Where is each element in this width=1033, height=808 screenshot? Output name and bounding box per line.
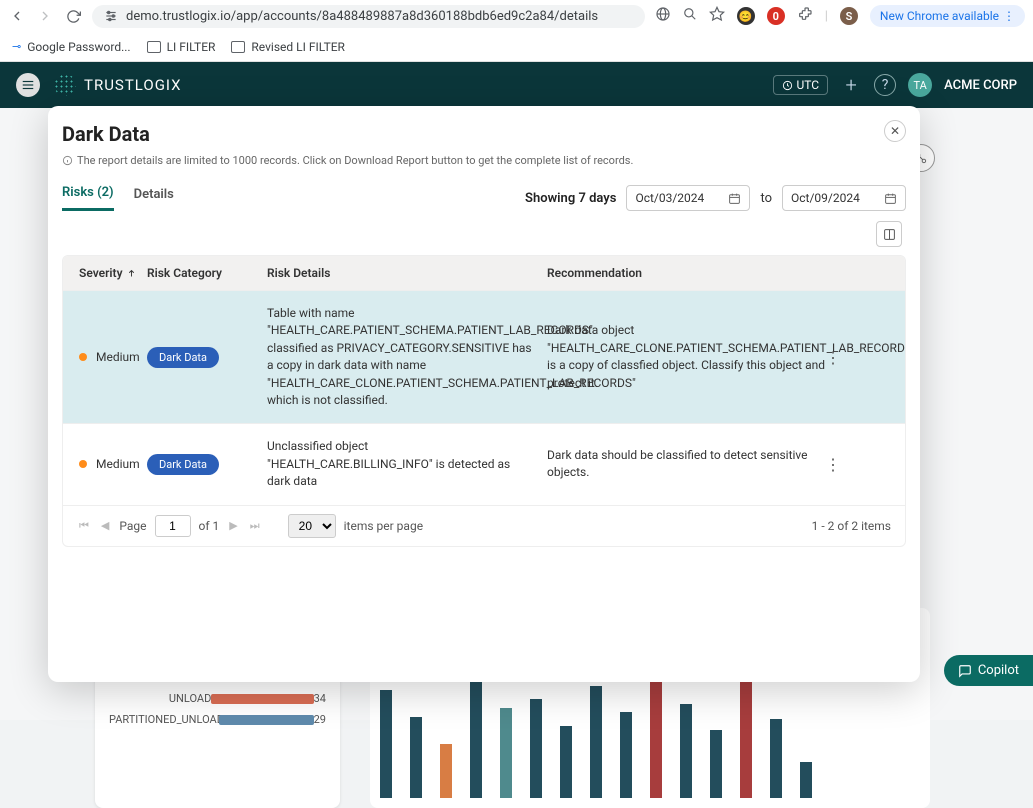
- paginator: ⏮ ◀ Page of 1 ▶ ⏭ 20 items per page 1 - …: [63, 505, 905, 546]
- showing-label: Showing 7 days: [525, 191, 616, 206]
- date-to-input[interactable]: Oct/09/2024: [782, 185, 906, 211]
- page-next-button[interactable]: ▶: [227, 517, 239, 534]
- tab-row: Risks (2) Details Showing 7 days Oct/03/…: [62, 185, 906, 211]
- browser-toolbar: demo.trustlogix.io/app/accounts/8a488489…: [0, 0, 1033, 32]
- zoom-icon[interactable]: [683, 7, 697, 25]
- columns-icon: [883, 228, 896, 241]
- page-last-button[interactable]: ⏭: [248, 517, 262, 535]
- add-button[interactable]: +: [840, 74, 862, 96]
- col-category[interactable]: Risk Category: [147, 266, 267, 280]
- profile-avatar[interactable]: S: [840, 7, 858, 25]
- risk-details-cell: Unclassified object "HEALTH_CARE.BILLING…: [267, 438, 547, 490]
- table-header: Severity Risk Category Risk Details Reco…: [63, 256, 905, 290]
- calendar-icon: [884, 192, 897, 205]
- page-first-button[interactable]: ⏮: [77, 517, 91, 535]
- copilot-button[interactable]: Copilot: [944, 655, 1033, 686]
- logo-mark-icon: [54, 74, 76, 96]
- clock-icon: [782, 80, 793, 91]
- app-header: TRUSTLOGIX UTC + ? TA ACME CORP: [0, 62, 1033, 108]
- extensions-icon[interactable]: [797, 6, 813, 26]
- table-row[interactable]: Medium Dark Data Table with name "HEALTH…: [63, 290, 905, 423]
- user-avatar[interactable]: TA: [908, 73, 932, 97]
- kebab-icon: ⋮: [1003, 9, 1015, 23]
- brand-logo[interactable]: TRUSTLOGIX: [54, 74, 182, 96]
- address-bar[interactable]: demo.trustlogix.io/app/accounts/8a488489…: [92, 5, 645, 28]
- menu-button[interactable]: [16, 73, 40, 97]
- modal-title: Dark Data: [62, 122, 906, 146]
- bookmark-revised-li-filter[interactable]: Revised LI FILTER: [231, 40, 345, 54]
- columns-button[interactable]: [876, 221, 902, 247]
- recommendation-cell: Dark data should be classified to detect…: [547, 447, 825, 482]
- timezone-badge[interactable]: UTC: [773, 75, 829, 95]
- col-details[interactable]: Risk Details: [267, 266, 547, 280]
- risk-details-cell: Table with name "HEALTH_CARE.PATIENT_SCH…: [267, 305, 547, 409]
- org-name: ACME CORP: [944, 78, 1017, 93]
- sort-asc-icon: [127, 268, 136, 279]
- recommendation-cell: Dark data object "HEALTH_CARE_CLONE.PATI…: [547, 322, 825, 392]
- category-pill: Dark Data: [147, 454, 219, 475]
- forward-button[interactable]: [36, 7, 54, 25]
- close-button[interactable]: ✕: [884, 120, 906, 142]
- translate-icon[interactable]: [655, 6, 671, 26]
- key-icon: ⊸: [12, 40, 21, 53]
- calendar-icon: [728, 192, 741, 205]
- date-from-input[interactable]: Oct/03/2024: [626, 185, 750, 211]
- folder-icon: [147, 41, 161, 53]
- dark-data-modal: ✕ Dark Data The report details are limit…: [48, 106, 920, 682]
- row-actions-button[interactable]: ⋮: [825, 455, 855, 474]
- to-label: to: [760, 191, 772, 206]
- col-recommendation[interactable]: Recommendation: [547, 266, 825, 280]
- new-chrome-badge[interactable]: New Chrome available ⋮: [870, 5, 1025, 27]
- severity-dot-icon: [79, 353, 87, 361]
- category-pill: Dark Data: [147, 347, 219, 368]
- info-icon: [62, 155, 73, 166]
- tab-risks[interactable]: Risks (2): [62, 185, 114, 211]
- info-note: The report details are limited to 1000 r…: [62, 154, 906, 167]
- table-row[interactable]: Medium Dark Data Unclassified object "HE…: [63, 423, 905, 504]
- tab-details[interactable]: Details: [134, 187, 174, 210]
- col-severity[interactable]: Severity: [67, 266, 147, 280]
- bookmark-star-icon[interactable]: [709, 6, 725, 26]
- extension-icon-1[interactable]: 😊: [737, 7, 755, 25]
- page-prev-button[interactable]: ◀: [99, 517, 111, 534]
- severity-dot-icon: [79, 460, 87, 468]
- bookmark-google-password[interactable]: ⊸ Google Password...: [12, 40, 131, 54]
- url-text: demo.trustlogix.io/app/accounts/8a488489…: [126, 9, 598, 24]
- bg-stat-row: UNLOAD 34: [95, 688, 340, 709]
- site-settings-icon: [104, 9, 118, 23]
- help-button[interactable]: ?: [874, 74, 896, 96]
- toolbar-icons: 😊 0 | S New Chrome available ⋮: [655, 5, 1025, 27]
- page-size-select[interactable]: 20: [288, 514, 336, 538]
- page-range-label: 1 - 2 of 2 items: [812, 519, 891, 533]
- risks-table: Severity Risk Category Risk Details Reco…: [62, 255, 906, 547]
- folder-icon: [231, 41, 245, 53]
- reload-button[interactable]: [64, 7, 82, 25]
- bookmarks-bar: ⊸ Google Password... LI FILTER Revised L…: [0, 32, 1033, 62]
- back-button[interactable]: [8, 7, 26, 25]
- extension-icon-2[interactable]: 0: [767, 7, 785, 25]
- chat-icon: [958, 664, 972, 678]
- row-actions-button[interactable]: ⋮: [825, 348, 855, 367]
- page-number-input[interactable]: [155, 515, 191, 537]
- bookmark-li-filter[interactable]: LI FILTER: [147, 40, 216, 54]
